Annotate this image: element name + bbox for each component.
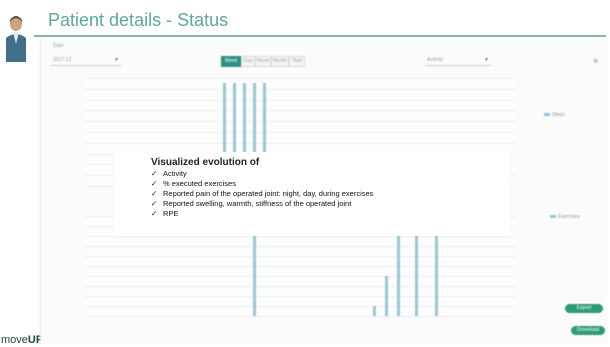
sidebar: moveUP [0,0,43,347]
check-icon: ✓ [151,189,158,198]
list-item-label: Activity [163,169,187,178]
range-button-0[interactable]: Week [221,56,241,67]
list-item-label: % executed exercises [163,179,236,188]
range-button-3[interactable]: Month [271,56,289,67]
info-overlay: Visualized evolution of ✓ Activity ✓ % exe… [114,152,510,236]
period-label: Date [53,43,64,49]
download-button[interactable]: Download [571,326,605,335]
export-button[interactable]: Export [565,304,603,313]
page-title: Patient details - Status [48,10,229,30]
chart-bar [373,306,376,316]
legend-swatch [550,215,556,219]
chart-bottom-legend: Exercises [550,214,580,220]
title-divider [34,35,606,37]
gridline [85,266,515,267]
gridline [85,296,515,297]
check-icon: ✓ [151,169,158,178]
list-item: ✓ % executed exercises [151,179,510,189]
gridline [85,78,515,79]
gridline [85,286,515,287]
list-item: ✓ RPE [151,209,510,219]
list-item: ✓ Reported pain of the operated joint: ni… [151,189,510,199]
gridline [85,89,515,90]
list-item-label: Reported swelling, warmth, stiffness of … [163,199,352,208]
chart-bar [385,276,388,316]
legend-label: Steps [552,112,565,118]
gridline [85,236,515,237]
brand-prefix: move [1,334,28,346]
list-item: ✓ Reported swelling, warmth, stiffness of… [151,199,510,209]
check-icon: ✓ [151,209,158,218]
check-icon: ✓ [151,199,158,208]
chart-top-legend: Steps [544,112,565,118]
metric-value: Activity [427,57,443,63]
list-item-label: Reported pain of the operated joint: nig… [163,189,374,198]
gridline [85,100,515,101]
gridline [85,316,515,317]
gridline [85,306,515,307]
chevron-down-icon: ▼ [114,57,119,63]
brand-logo: moveUP [1,334,43,346]
legend-label: Exercises [558,214,580,220]
metric-dropdown[interactable]: Activity ▼ [425,56,491,66]
gridline [85,121,515,122]
list-item-label: RPE [163,209,179,218]
gridline [85,256,515,257]
range-button-1[interactable]: Day [241,56,255,67]
period-value: 2017-12 [53,57,72,63]
avatar [6,16,26,62]
range-button-4[interactable]: Year [289,56,305,67]
overlay-list: ✓ Activity ✓ % executed exercises ✓ Reporte… [151,169,510,219]
settings-icon[interactable]: ⚙ [593,58,598,65]
overlay-title: Visualized evolution of [151,157,260,168]
check-icon: ✓ [151,179,158,188]
chevron-down-icon: ▼ [484,57,489,63]
gridline [85,110,515,111]
slide: moveUP Patient details - Status Date 201… [0,0,610,347]
list-item: ✓ Activity [151,169,510,179]
gridline [85,276,515,277]
gridline [85,132,515,133]
gridline [85,143,515,144]
legend-swatch [544,113,550,117]
range-button-2[interactable]: Week [255,56,271,67]
gridline [85,246,515,247]
period-dropdown[interactable]: 2017-12 ▼ [51,56,121,66]
